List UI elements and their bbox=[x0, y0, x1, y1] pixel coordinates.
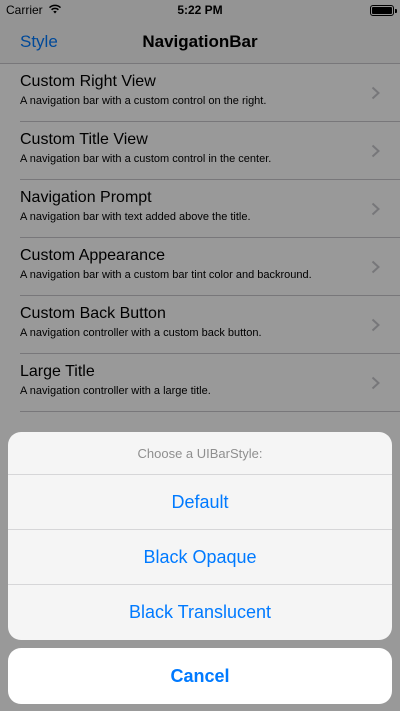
default-style-button[interactable]: Default bbox=[8, 475, 392, 530]
black-opaque-style-button[interactable]: Black Opaque bbox=[8, 530, 392, 585]
cancel-button[interactable]: Cancel bbox=[8, 648, 392, 704]
action-sheet-title: Choose a UIBarStyle: bbox=[8, 432, 392, 475]
action-sheet: Choose a UIBarStyle: Default Black Opaqu… bbox=[8, 432, 392, 640]
black-translucent-style-button[interactable]: Black Translucent bbox=[8, 585, 392, 640]
